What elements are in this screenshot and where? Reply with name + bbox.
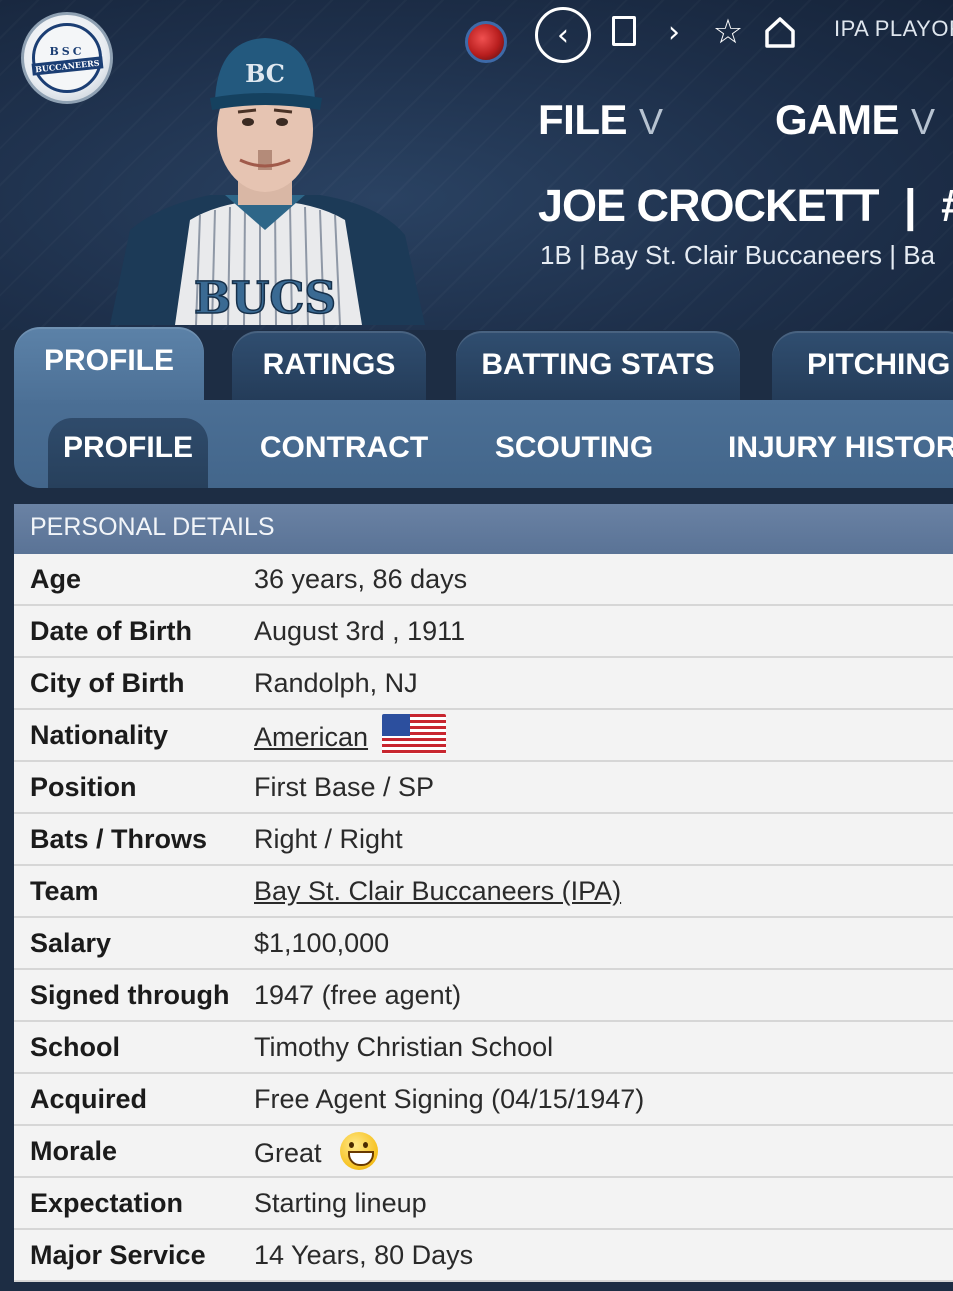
subtab-label: SCOUTING [494, 431, 654, 464]
detail-row-morale: Morale Great [14, 1126, 953, 1178]
player-title: JOE CROCKETT | #18 [538, 180, 953, 232]
detail-value-wrap: Bay St. Clair Buccaneers (IPA) [254, 876, 621, 907]
league-label[interactable]: IPA PLAYOFFS [834, 16, 953, 42]
game-menu-label: GAME [775, 96, 900, 143]
tab-profile[interactable]: PROFILE [14, 327, 204, 407]
us-flag-icon [382, 714, 447, 754]
detail-label: Bats / Throws [30, 824, 208, 854]
game-menu[interactable]: GAME V [775, 96, 935, 144]
happy-face-icon [339, 1132, 378, 1170]
tab-label: RATINGS [262, 348, 396, 381]
sub-tab-bar: PROFILE CONTRACT SCOUTING INJURY HISTORY [14, 400, 953, 488]
detail-label: Age [30, 564, 82, 594]
detail-label: Salary [30, 928, 112, 958]
subtab-profile[interactable]: PROFILE [48, 418, 208, 488]
detail-label: Team [30, 876, 99, 906]
chevron-down-icon: V [639, 101, 663, 142]
morale-value: Great [254, 1137, 322, 1168]
detail-row-age: Age 36 years, 86 days [14, 554, 953, 606]
forward-icon[interactable]: › [662, 12, 686, 52]
team-logo-wordmark: BUCCANEERS [31, 55, 103, 76]
detail-row-salary: Salary $1,100,000 [14, 918, 953, 970]
detail-row-major-service: Major Service 14 Years, 80 Days [14, 1230, 953, 1282]
detail-row-bats-throws: Bats / Throws Right / Right [14, 814, 953, 866]
file-menu[interactable]: FILE V [538, 96, 663, 144]
detail-label: Nationality [30, 720, 169, 750]
detail-value: 36 years, 86 days [254, 564, 468, 594]
detail-value-wrap: American [254, 714, 447, 754]
tab-batting-stats[interactable]: BATTING STATS [456, 331, 740, 401]
player-subtitle: 1B | Bay St. Clair Buccaneers | Ba [540, 240, 936, 270]
detail-value: Timothy Christian School [254, 1032, 554, 1062]
detail-value: 1947 (free agent) [254, 980, 462, 1010]
tab-label: BATTING STATS [481, 348, 715, 381]
detail-label: Major Service [30, 1240, 206, 1270]
subtab-contract[interactable]: CONTRACT [254, 418, 434, 488]
detail-value: Free Agent Signing (04/15/1947) [254, 1084, 645, 1114]
personal-details-table: Age 36 years, 86 days Date of Birth Augu… [14, 554, 953, 1282]
baseball-icon[interactable] [465, 21, 507, 63]
nationality-link[interactable]: American [254, 722, 368, 753]
page-icon[interactable] [612, 16, 636, 46]
detail-label: Position [30, 772, 137, 802]
tab-label: PITCHING STATS [807, 348, 953, 381]
svg-text:BUCS: BUCS [194, 273, 336, 324]
star-icon[interactable]: ☆ [708, 10, 748, 54]
tab-ratings[interactable]: RATINGS [232, 331, 426, 401]
back-icon[interactable]: ‹ [535, 7, 591, 63]
subtab-injury-history[interactable]: INJURY HISTORY [728, 418, 953, 488]
tab-pitching-stats[interactable]: PITCHING STATS [772, 331, 953, 401]
subtab-label: PROFILE [62, 431, 193, 464]
detail-value: Right / Right [254, 824, 403, 854]
team-logo-inner: BSC BUCCANEERS [31, 23, 103, 93]
tab-label: PROFILE [43, 344, 174, 377]
detail-value: 14 Years, 80 Days [254, 1240, 474, 1270]
detail-row-position: Position First Base / SP [14, 762, 953, 814]
player-header: BSC BUCCANEERS BUCS BC ‹ › ☆ IPA PLAYO F… [0, 0, 953, 330]
detail-row-team: Team Bay St. Clair Buccaneers (IPA) [14, 866, 953, 918]
detail-row-nationality: Nationality American [14, 710, 953, 762]
detail-label: School [30, 1032, 121, 1062]
detail-row-expectation: Expectation Starting lineup [14, 1178, 953, 1230]
subtab-label: INJURY HISTORY [728, 431, 953, 464]
detail-row-date-of-birth: Date of Birth August 3rd , 1911 [14, 606, 953, 658]
file-menu-label: FILE [538, 96, 628, 143]
detail-label: City of Birth [30, 668, 185, 698]
detail-value-wrap: Great [254, 1132, 378, 1170]
detail-label: Acquired [30, 1084, 148, 1114]
title-separator: | [904, 180, 917, 231]
detail-row-acquired: Acquired Free Agent Signing (04/15/1947) [14, 1074, 953, 1126]
detail-value: First Base / SP [254, 772, 435, 802]
detail-row-school: School Timothy Christian School [14, 1022, 953, 1074]
detail-label: Signed through [30, 980, 230, 1010]
svg-text:BC: BC [245, 59, 285, 88]
player-number: #18 [941, 180, 953, 231]
personal-details-header: PERSONAL DETAILS [14, 504, 953, 554]
subtab-label: CONTRACT [259, 431, 429, 464]
detail-value: Randolph, NJ [254, 668, 418, 698]
player-portrait: BUCS BC [110, 38, 425, 325]
main-tab-bar: RATINGS BATTING STATS PITCHING STATS PRO… [0, 325, 953, 407]
player-name: JOE CROCKETT [538, 180, 880, 231]
detail-label: Expectation [30, 1188, 184, 1218]
detail-row-signed-through: Signed through 1947 (free agent) [14, 970, 953, 1022]
detail-value: $1,100,000 [254, 928, 390, 958]
detail-label: Date of Birth [30, 616, 192, 646]
detail-row-city-of-birth: City of Birth Randolph, NJ [14, 658, 953, 710]
subtab-scouting[interactable]: SCOUTING [484, 418, 664, 488]
home-icon-svg [765, 17, 795, 48]
home-icon[interactable] [760, 10, 800, 54]
team-logo-initials: BSC [49, 44, 85, 58]
detail-label: Morale [30, 1136, 118, 1166]
detail-value: Starting lineup [254, 1188, 427, 1218]
detail-value: August 3rd , 1911 [254, 616, 466, 646]
team-link[interactable]: Bay St. Clair Buccaneers (IPA) [254, 876, 621, 907]
chevron-down-icon: V [911, 101, 935, 142]
